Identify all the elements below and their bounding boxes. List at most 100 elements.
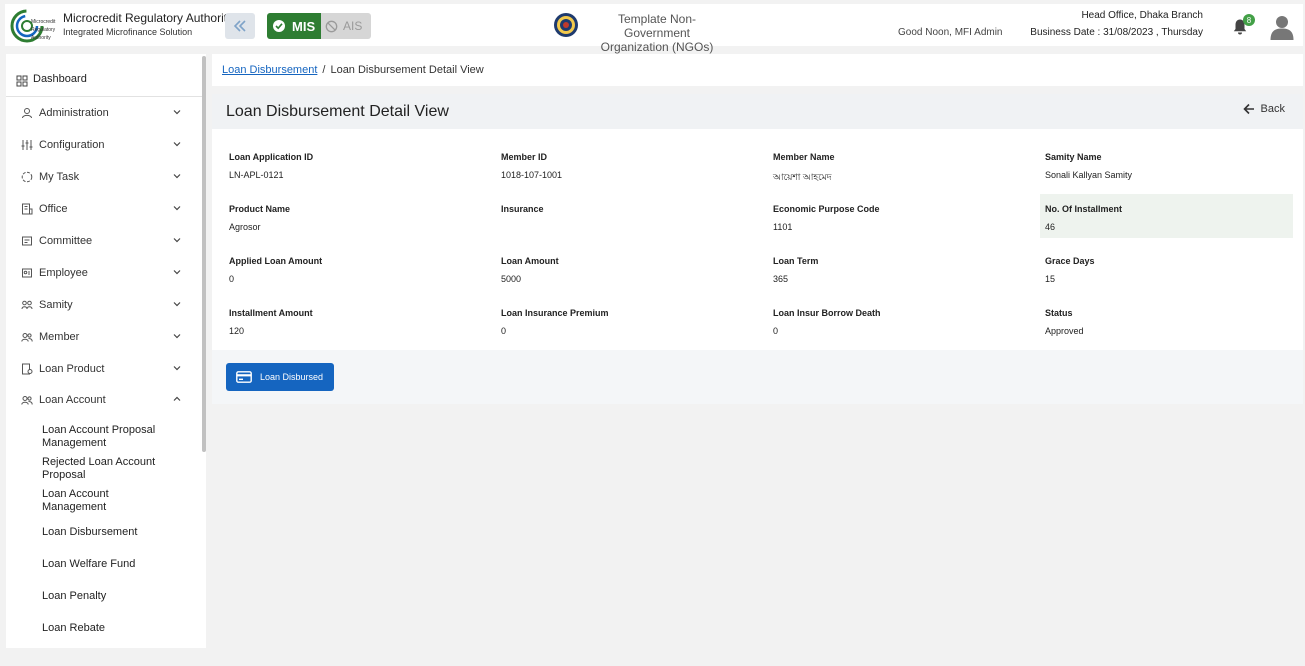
field-samity-name: Samity Name Sonali Kallyan Samity: [1045, 152, 1305, 180]
mis-label: MIS: [292, 18, 316, 34]
field-product-name: Product Name Agrosor: [229, 204, 489, 232]
sidebar-item-label: My Task: [39, 171, 80, 183]
field-value: 0: [229, 274, 235, 284]
mis-toggle-button[interactable]: MIS: [267, 13, 321, 39]
top-header: Microcredit Regulatory Authority Microcr…: [5, 4, 1303, 54]
sidebar-item-employee[interactable]: Employee: [6, 262, 202, 284]
field-loan-term: Loan Term 365: [773, 256, 1033, 284]
business-date: Business Date : 31/08/2023 , Thursday: [1030, 27, 1203, 38]
credit-card-icon: [236, 371, 252, 383]
loan-disbursed-button[interactable]: Loan Disbursed: [226, 363, 334, 391]
sidebar-item-loan-product[interactable]: Loan Product: [6, 358, 202, 380]
field-label: Status: [1045, 308, 1073, 318]
breadcrumb-current: Loan Disbursement Detail View: [330, 64, 484, 76]
field-status: Status Approved: [1045, 308, 1305, 336]
task-icon: [21, 171, 33, 183]
ais-label: AIS: [343, 19, 363, 33]
committee-icon: [22, 236, 32, 246]
sidebar-item-label: Configuration: [39, 139, 105, 151]
sidebar-item-committee[interactable]: Committee: [6, 230, 202, 252]
sidebar-subitem-loan-penalty[interactable]: Loan Penalty: [42, 590, 172, 603]
chevron-up-icon: [173, 396, 181, 401]
sidebar-subitem-loan-rebate[interactable]: Loan Rebate: [42, 622, 172, 635]
branch-name: Head Office, Dhaka Branch: [1081, 10, 1203, 21]
sidebar-item-administration[interactable]: Administration: [6, 102, 202, 124]
chevron-down-icon: [173, 366, 181, 371]
field-label: Loan Insur Borrow Death: [773, 308, 881, 318]
field-value: Agrosor: [229, 222, 261, 232]
admin-icon: [22, 108, 32, 119]
field-label: Member Name: [773, 152, 835, 162]
samity-icon: [21, 300, 33, 310]
notification-badge: 8: [1243, 14, 1255, 26]
greeting-text: Good Noon, MFI Admin: [898, 27, 1003, 38]
mra-logo: Microcredit Regulatory Authority: [10, 9, 56, 43]
sidebar-item-configuration[interactable]: Configuration: [6, 134, 202, 156]
field-label: Samity Name: [1045, 152, 1102, 162]
sidebar-item-label: Samity: [39, 299, 73, 311]
brand-title: Microcredit Regulatory Authority: [63, 11, 234, 25]
sidebar-subitem-loan-account-proposal-management[interactable]: Loan Account Proposal Management: [42, 424, 172, 450]
chevron-down-icon: [173, 206, 181, 211]
back-button[interactable]: Back: [1242, 103, 1285, 115]
page-title: Loan Disbursement Detail View: [226, 103, 449, 120]
field-label: Loan Application ID: [229, 152, 314, 162]
field-loan-insur-borrow-death: Loan Insur Borrow Death 0: [773, 308, 1033, 336]
breadcrumb: Loan Disbursement / Loan Disbursement De…: [212, 54, 1303, 86]
user-avatar-icon[interactable]: [1269, 14, 1295, 40]
org-name-line2: Organization (NGOs): [600, 40, 714, 54]
field-value: LN-APL-0121: [229, 170, 284, 180]
sidebar-item-member[interactable]: Member: [6, 326, 202, 348]
field-loan-insurance-premium: Loan Insurance Premium 0: [501, 308, 761, 336]
chevron-down-icon: [173, 302, 181, 307]
loan-disbursed-label: Loan Disbursed: [260, 372, 324, 382]
ais-toggle-button[interactable]: AIS: [321, 13, 371, 39]
government-seal-icon: [554, 13, 578, 37]
sidebar-subitem-loan-account-management[interactable]: Loan Account Management: [42, 488, 142, 514]
logo-text-3: Authority: [31, 35, 51, 41]
sidebar-item-label: Member: [39, 331, 80, 343]
field-label: No. Of Installment: [1045, 204, 1123, 214]
field-value: 0: [773, 326, 779, 336]
chevron-down-icon: [173, 238, 181, 243]
field-value: 1101: [773, 222, 793, 232]
field-value: Sonali Kallyan Samity: [1045, 170, 1133, 180]
logo-text-2: Regulatory: [31, 27, 56, 33]
sidebar-subitem-loan-welfare-fund[interactable]: Loan Welfare Fund: [42, 558, 172, 571]
field-loan-application-id: Loan Application ID LN-APL-0121: [229, 152, 489, 180]
sidebar-scrollbar[interactable]: [202, 56, 206, 452]
field-value: 365: [773, 274, 789, 284]
dashboard-grid-icon: [16, 75, 28, 87]
field-label: Loan Insurance Premium: [501, 308, 609, 318]
sidebar-item-my-task[interactable]: My Task: [6, 166, 202, 188]
field-value: 0: [501, 326, 507, 336]
sidebar-item-office[interactable]: Office: [6, 198, 202, 220]
sidebar-item-dashboard[interactable]: Dashboard: [6, 69, 202, 97]
chevron-down-icon: [173, 270, 181, 275]
sidebar-item-loan-account[interactable]: Loan Account: [6, 389, 202, 411]
field-value: [501, 222, 761, 232]
page-title-bar: Loan Disbursement Detail View Back: [212, 94, 1303, 129]
loan-product-icon: [22, 363, 33, 375]
double-chevron-left-icon: [233, 20, 246, 32]
org-name-line1: Template Non-Government: [617, 12, 697, 40]
field-label: Installment Amount: [229, 308, 313, 318]
chevron-down-icon: [173, 174, 181, 179]
sidebar-subitem-rejected-loan-account-proposal[interactable]: Rejected Loan Account Proposal: [42, 456, 172, 482]
field-value: 1018-107-1001: [501, 170, 563, 180]
member-icon: [21, 333, 33, 342]
loan-account-icon: [21, 396, 33, 405]
field-label: Insurance: [501, 204, 544, 214]
office-icon: [22, 203, 33, 215]
sidebar-collapse-button[interactable]: [225, 13, 255, 39]
field-label: Member ID: [501, 152, 548, 162]
sidebar-item-samity[interactable]: Samity: [6, 294, 202, 316]
sidebar-subitem-loan-disbursement[interactable]: Loan Disbursement: [42, 526, 172, 539]
field-value: আয়েশা আহমেদ: [773, 172, 832, 182]
breadcrumb-link-loan-disbursement[interactable]: Loan Disbursement: [222, 64, 317, 76]
logo-text-1: Microcredit: [31, 19, 56, 25]
back-label: Back: [1260, 103, 1285, 115]
loan-detail-panel: Loan Application ID LN-APL-0121 Member I…: [212, 129, 1303, 350]
field-loan-amount: Loan Amount 5000: [501, 256, 761, 284]
field-value: 15: [1045, 274, 1056, 284]
